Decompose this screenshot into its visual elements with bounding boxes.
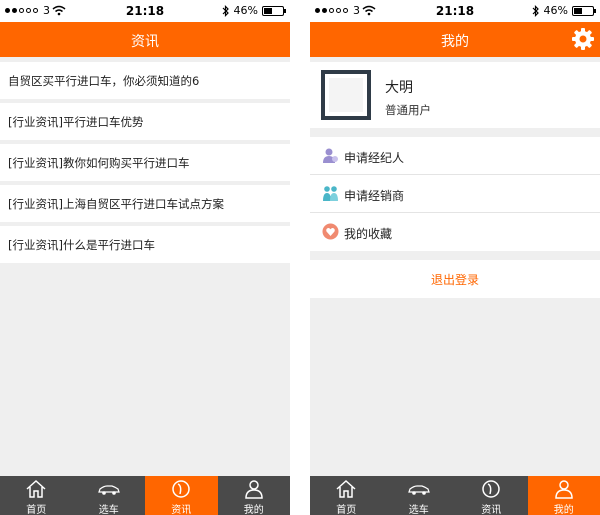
- gear-icon[interactable]: [570, 26, 596, 52]
- home-icon: [26, 479, 46, 498]
- news-icon: [172, 480, 190, 498]
- logout-button[interactable]: 退出登录: [310, 260, 600, 298]
- tab-select-car[interactable]: 选车: [383, 476, 456, 515]
- tab-label: 资讯: [171, 505, 192, 515]
- person-icon: [244, 480, 263, 499]
- user-name: 大明: [385, 80, 413, 96]
- tab-label: 首页: [26, 505, 47, 515]
- person-icon: [554, 480, 573, 499]
- tab-mine[interactable]: 我的: [527, 476, 600, 515]
- menu-label: 我的收藏: [344, 227, 393, 241]
- tab-label: 资讯: [481, 505, 502, 515]
- tab-label: 选车: [408, 505, 429, 515]
- tab-mine[interactable]: 我的: [218, 476, 291, 515]
- car-icon: [407, 485, 430, 495]
- news-item[interactable]: [行业资讯]上海自贸区平行进口车试点方案: [0, 185, 290, 222]
- tab-label: 我的: [553, 505, 574, 515]
- battery-percent: 46%: [543, 4, 568, 17]
- tab-news[interactable]: 资讯: [145, 476, 218, 515]
- car-icon: [97, 485, 120, 495]
- agent-icon: [323, 148, 338, 163]
- apply-agent-item[interactable]: 申请经纪人: [310, 137, 600, 175]
- profile-menu: 申请经纪人 申请经销商 我的收藏: [310, 137, 600, 251]
- favorites-icon: [322, 223, 339, 240]
- battery-icon: [572, 5, 596, 16]
- profile-card[interactable]: 大明 普通用户: [310, 62, 600, 128]
- tab-bar: 首页 选车 资讯 我的: [310, 476, 600, 515]
- menu-label: 申请经销商: [344, 189, 405, 203]
- tab-label: 首页: [336, 505, 357, 515]
- apply-dealer-item[interactable]: 申请经销商: [310, 175, 600, 213]
- menu-label: 申请经纪人: [344, 151, 405, 165]
- news-item[interactable]: [行业资讯]平行进口车优势: [0, 103, 290, 140]
- news-screen: 3 21:18 46% 资讯 自贸区买平行进口车，你必须知道的6 [行业资讯]平…: [0, 0, 290, 515]
- page-title: 资讯: [131, 34, 159, 50]
- tab-news[interactable]: 资讯: [455, 476, 528, 515]
- tab-bar: 首页 选车 资讯 我的: [0, 476, 290, 515]
- favorites-item[interactable]: 我的收藏: [310, 213, 600, 251]
- dealer-icon: [323, 186, 338, 201]
- bluetooth-icon: [222, 4, 229, 17]
- tab-home[interactable]: 首页: [310, 476, 383, 515]
- news-item[interactable]: [行业资讯]什么是平行进口车: [0, 226, 290, 263]
- news-list: 自贸区买平行进口车，你必须知道的6 [行业资讯]平行进口车优势 [行业资讯]教你…: [0, 62, 290, 267]
- battery-percent: 46%: [233, 4, 258, 17]
- tab-select-car[interactable]: 选车: [73, 476, 146, 515]
- tab-home[interactable]: 首页: [0, 476, 73, 515]
- avatar[interactable]: [321, 70, 371, 120]
- news-icon: [482, 480, 500, 498]
- bluetooth-icon: [532, 4, 539, 17]
- news-item[interactable]: [行业资讯]教你如何购买平行进口车: [0, 144, 290, 181]
- profile-screen: 3 21:18 46% 我的 大明 普通用户 申请经纪人 申请经销商 我的收藏 …: [310, 0, 600, 515]
- status-bar: 3 21:18 46%: [310, 0, 600, 22]
- user-role: 普通用户: [385, 103, 431, 117]
- news-item[interactable]: 自贸区买平行进口车，你必须知道的6: [0, 62, 290, 99]
- status-bar: 3 21:18 46%: [0, 0, 290, 22]
- nav-bar: 资讯: [0, 22, 290, 57]
- nav-bar: 我的: [310, 22, 600, 57]
- page-title: 我的: [441, 34, 469, 50]
- tab-label: 我的: [243, 505, 264, 515]
- home-icon: [336, 479, 356, 498]
- screen-divider: [292, 0, 308, 515]
- battery-icon: [262, 5, 286, 16]
- tab-label: 选车: [98, 505, 119, 515]
